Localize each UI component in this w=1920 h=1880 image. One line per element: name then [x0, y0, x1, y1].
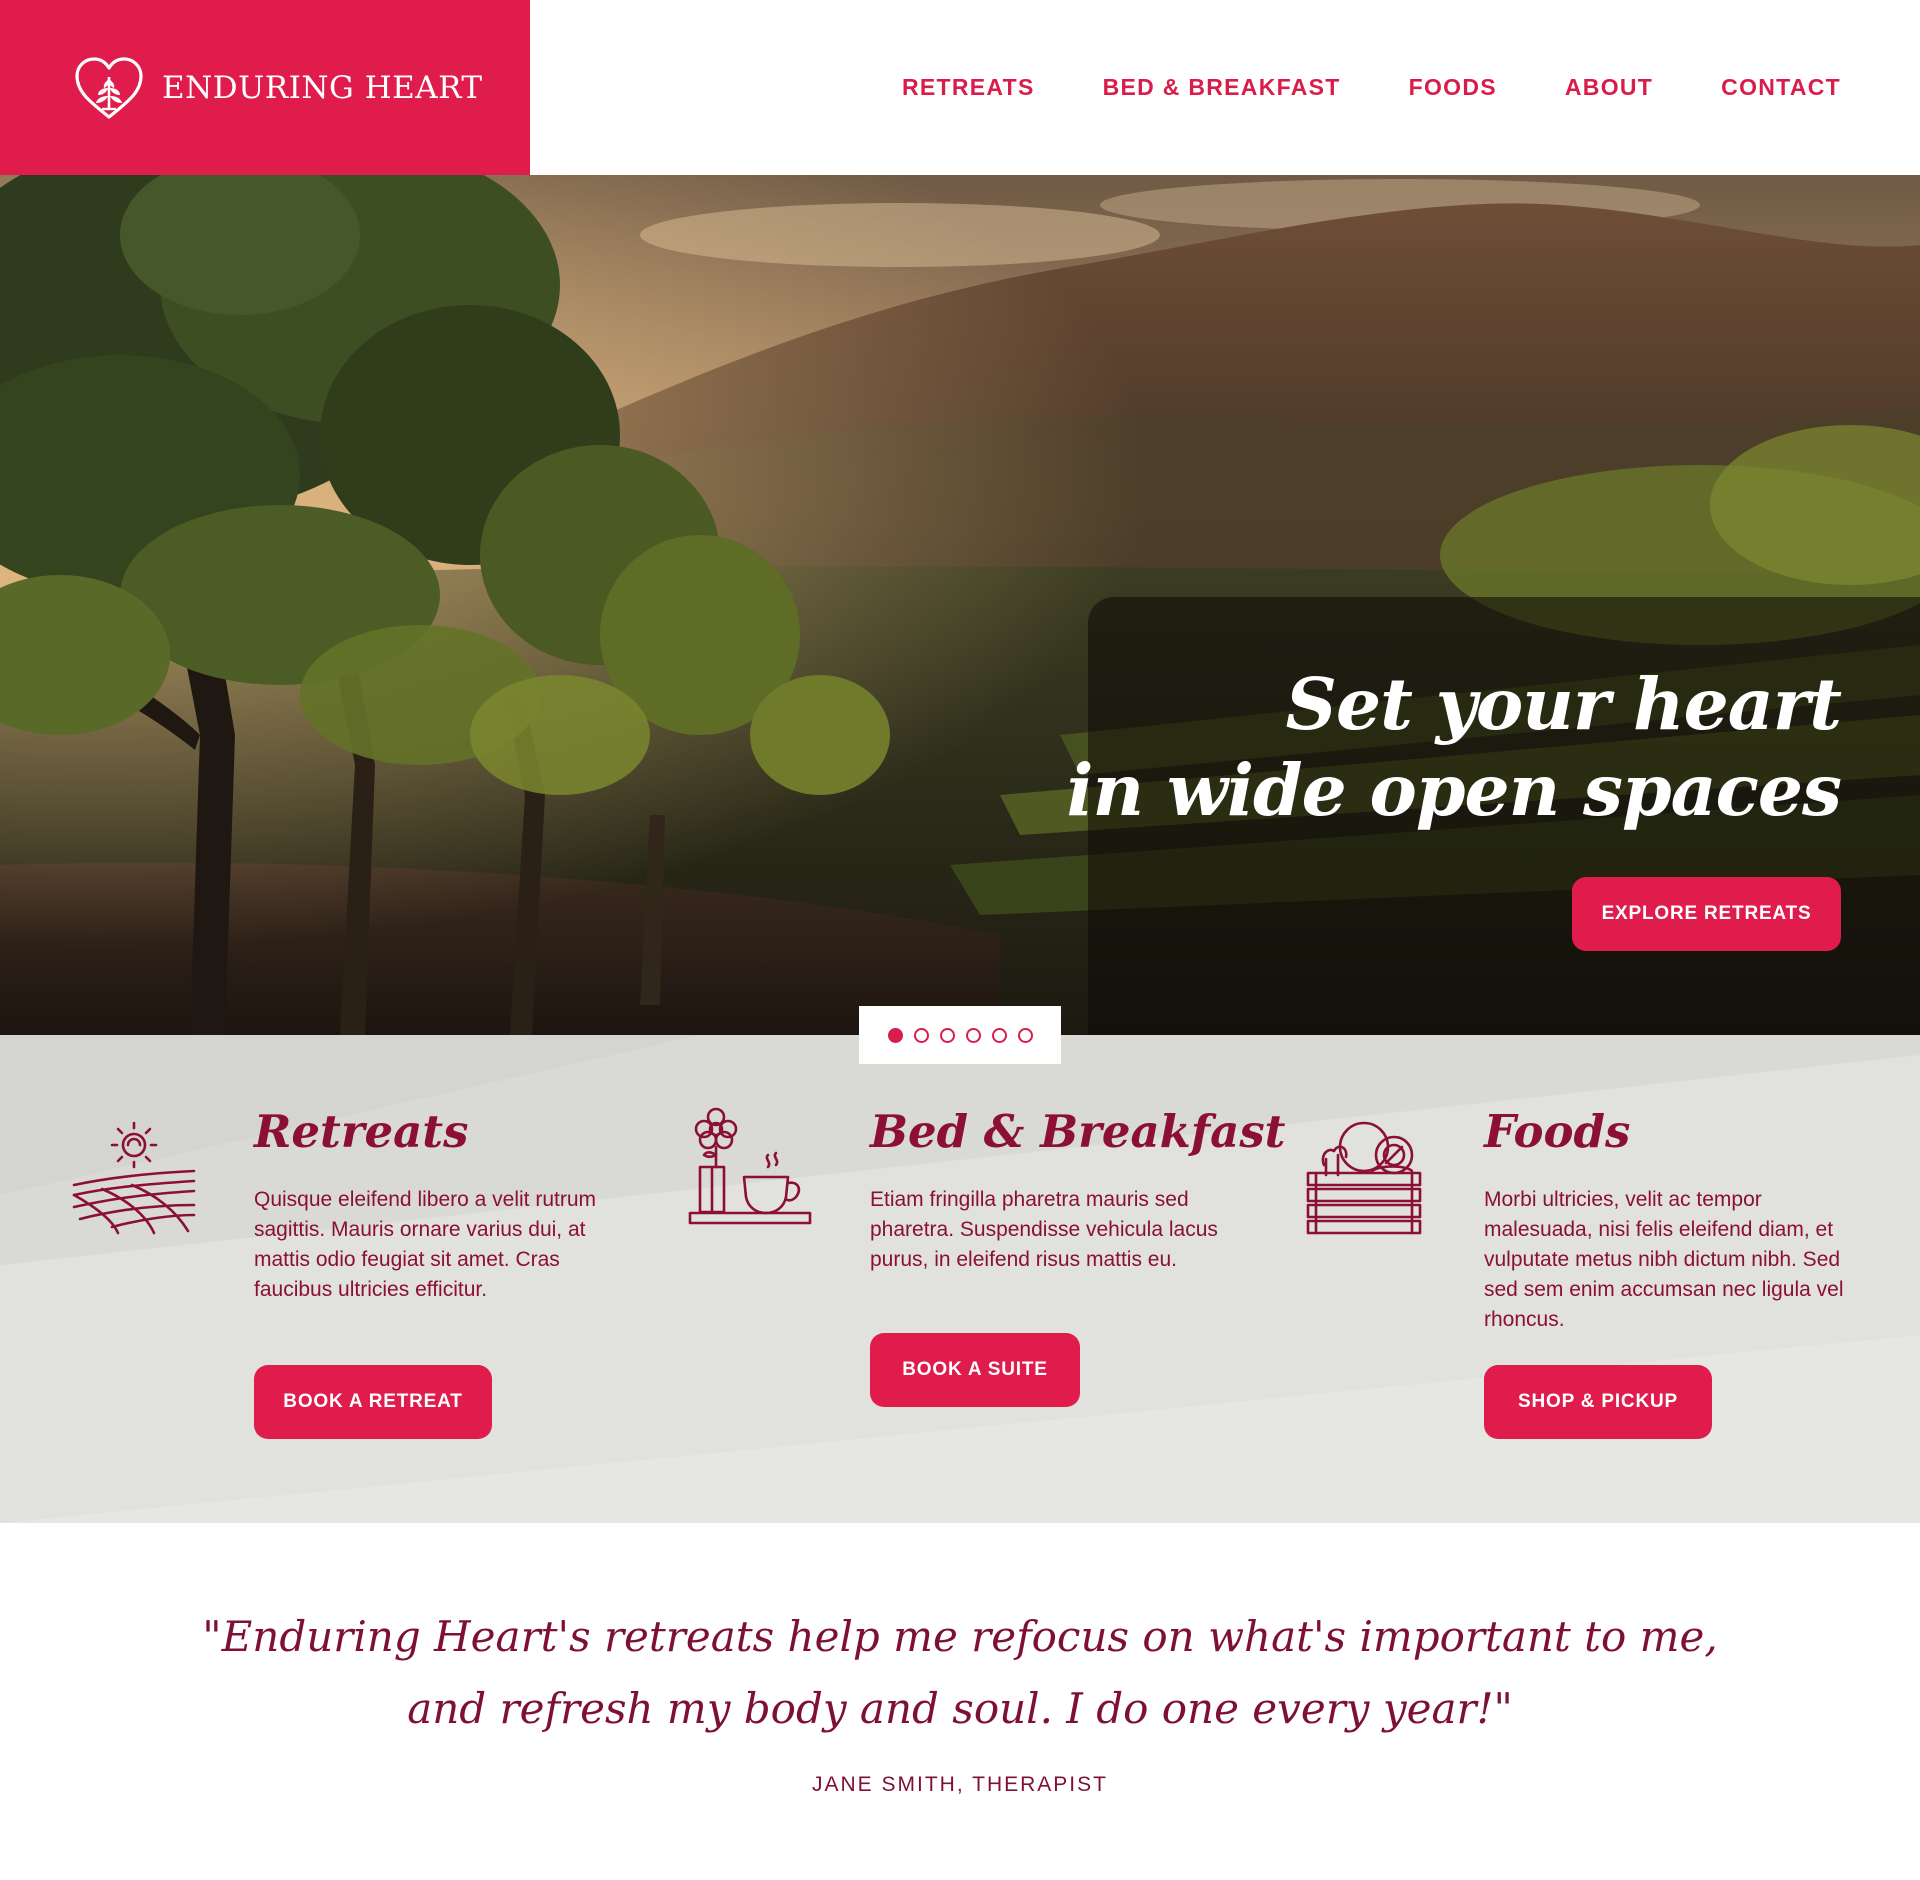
shop-pickup-button[interactable]: SHOP & PICKUP — [1484, 1365, 1712, 1439]
slide-dot-6[interactable] — [1017, 1027, 1033, 1043]
book-retreat-button[interactable]: BOOK A RETREAT — [254, 1365, 492, 1439]
feature-retreats: Retreats Quisque eleifend libero a velit… — [72, 1035, 692, 1523]
slide-dot-2[interactable] — [913, 1027, 929, 1043]
nav-link-retreats[interactable]: RETREATS — [902, 74, 1035, 101]
logo[interactable]: ENDURING HEART — [0, 0, 530, 175]
slide-dot-4[interactable] — [965, 1027, 981, 1043]
nav-link-foods[interactable]: FOODS — [1409, 74, 1497, 101]
testimonial-quote: "Enduring Heart's retreats help me refoc… — [160, 1601, 1760, 1745]
slide-pager — [859, 1006, 1061, 1064]
slide-dot-1[interactable] — [887, 1027, 903, 1043]
features-section: Retreats Quisque eleifend libero a velit… — [0, 1035, 1920, 1523]
feature-text-foods: Morbi ultricies, velit ac tempor malesua… — [1484, 1188, 1844, 1331]
testimonial-section: "Enduring Heart's retreats help me refoc… — [0, 1523, 1920, 1880]
testimonial-quote-line-2: and refresh my body and soul. I do one e… — [407, 1684, 1513, 1733]
hero-title-line-1: Set your heart — [1285, 662, 1842, 746]
hero-title-line-2: in wide open spaces — [1066, 748, 1842, 832]
site-header: ENDURING HEART RETREATS BED & BREAKFAST … — [0, 0, 1920, 175]
hero-banner: Set your heart in wide open spaces EXPLO… — [0, 175, 1920, 1035]
nav-link-contact[interactable]: CONTACT — [1721, 74, 1841, 101]
feature-bed-breakfast: Bed & Breakfast Etiam fringilla pharetra… — [688, 1035, 1308, 1523]
testimonial-author: JANE SMITH, THERAPIST — [812, 1773, 1108, 1796]
explore-retreats-button[interactable]: EXPLORE RETREATS — [1572, 877, 1841, 951]
produce-crate-icon — [1306, 1121, 1422, 1235]
feature-title-retreats: Retreats — [254, 1105, 469, 1158]
nav-link-bed-breakfast[interactable]: BED & BREAKFAST — [1103, 74, 1341, 101]
nav-link-about[interactable]: ABOUT — [1565, 74, 1653, 101]
feature-text-retreats: Quisque eleifend libero a velit rutrum s… — [254, 1188, 597, 1301]
book-suite-button[interactable]: BOOK A SUITE — [870, 1333, 1080, 1407]
feature-text-bed-breakfast: Etiam fringilla pharetra mauris sed phar… — [870, 1188, 1218, 1271]
feature-title-foods: Foods — [1484, 1105, 1631, 1158]
slide-dot-3[interactable] — [939, 1027, 955, 1043]
brand-name: ENDURING HEART — [162, 69, 483, 106]
testimonial-quote-line-1: "Enduring Heart's retreats help me refoc… — [202, 1612, 1718, 1661]
heart-tree-icon — [75, 56, 143, 119]
slide-dot-5[interactable] — [991, 1027, 1007, 1043]
feature-title-bed-breakfast: Bed & Breakfast — [870, 1105, 1286, 1158]
flower-and-tea-cup-icon — [688, 1107, 812, 1225]
feature-foods: Foods Morbi ultricies, velit ac tempor m… — [1302, 1035, 1920, 1523]
main-nav: RETREATS BED & BREAKFAST FOODS ABOUT CON… — [902, 0, 1841, 175]
hero-title: Set your heart in wide open spaces — [1066, 661, 1842, 833]
sun-over-fields-icon — [72, 1121, 196, 1235]
